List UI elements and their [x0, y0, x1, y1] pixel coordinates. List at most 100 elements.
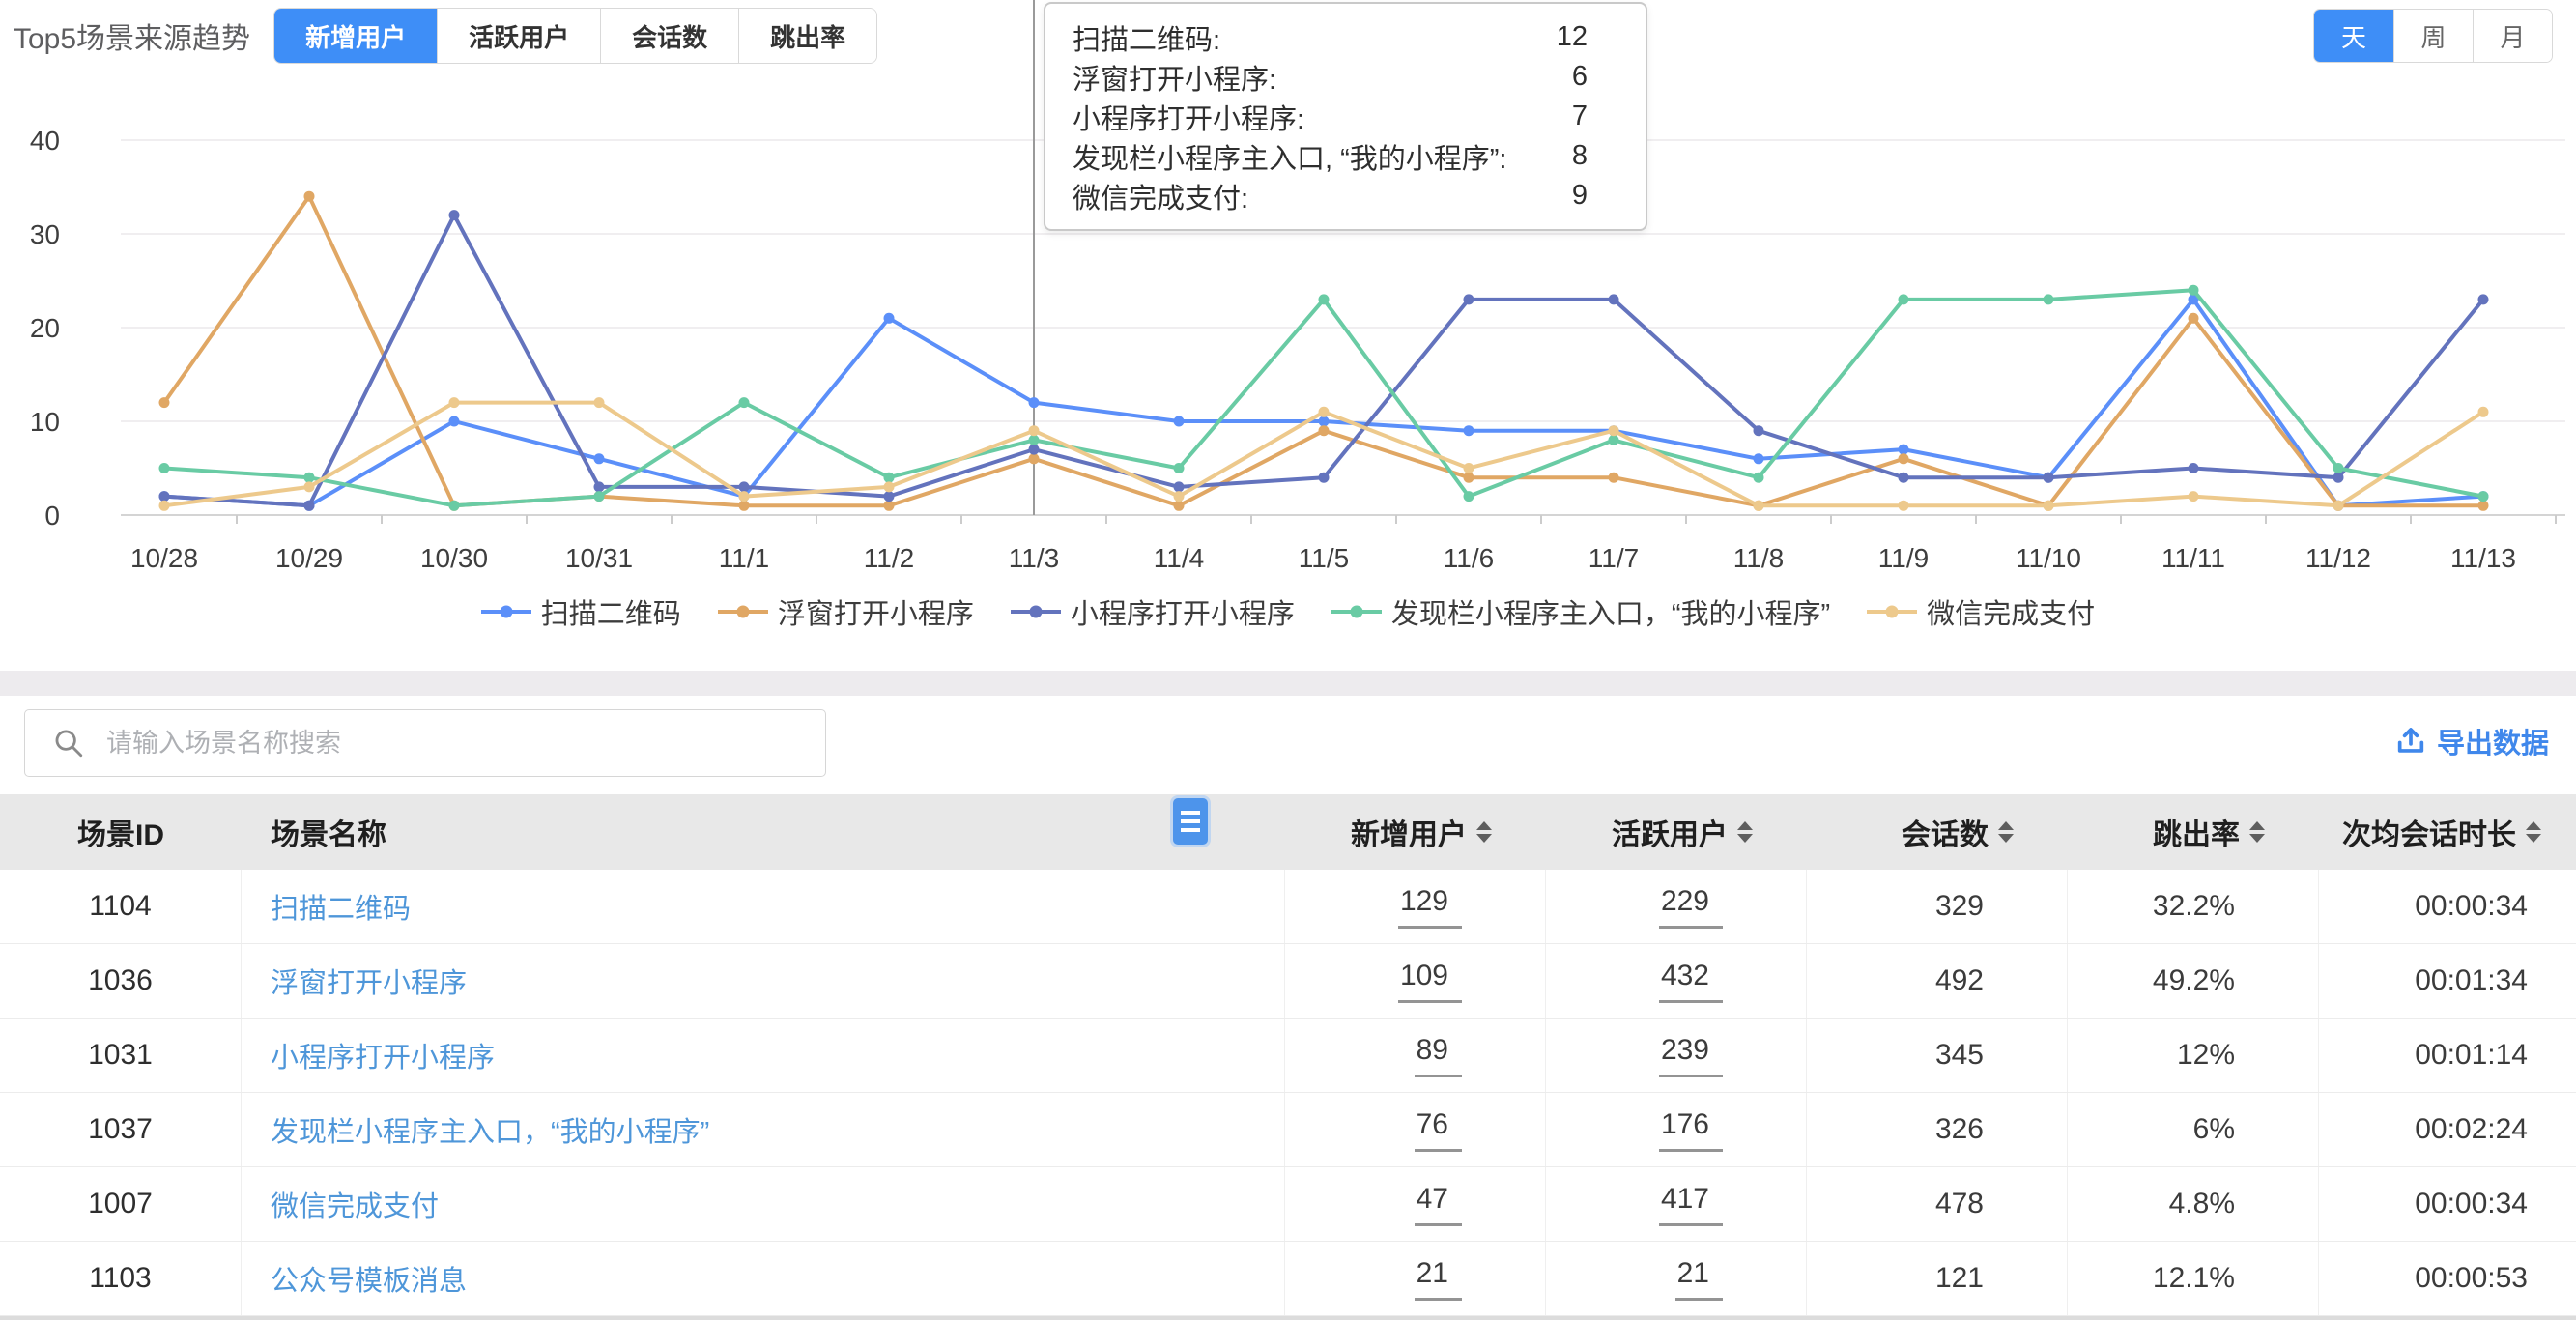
svg-text:10: 10 [30, 407, 60, 437]
active-users-link[interactable]: 417 [1659, 1183, 1723, 1226]
active-users-cell: 417 [1546, 1167, 1807, 1241]
new-users-link[interactable]: 89 [1415, 1034, 1462, 1077]
trend-card: 01020304010/2810/2910/3010/3111/111/211/… [0, 0, 2576, 671]
new-users-cell: 109 [1285, 944, 1546, 1018]
scene-id-cell: 1007 [0, 1167, 242, 1241]
search-input[interactable] [106, 714, 825, 772]
active-users-cell: 229 [1546, 870, 1807, 943]
sessions-cell: 121 [1807, 1242, 2068, 1315]
active-users-link[interactable]: 229 [1659, 885, 1723, 929]
legend-label: 小程序打开小程序 [1071, 591, 1295, 632]
column-header-label: 活跃用户 [1612, 811, 1728, 853]
bounce-rate-cell: 12% [2068, 1019, 2319, 1092]
sessions-cell: 492 [1807, 944, 2068, 1018]
scene-table: 场景ID场景名称新增用户活跃用户会话数跳出率次均会话时长 1104扫描二维码12… [0, 794, 2576, 1316]
chart-tooltip: 扫描二维码:12浮窗打开小程序:6小程序打开小程序:7发现栏小程序主入口, “我… [1044, 2, 1647, 231]
active-users-link[interactable]: 176 [1659, 1108, 1723, 1152]
table-row: 1036浮窗打开小程序10943249249.2%00:01:34 [0, 944, 2576, 1019]
table-row: 1103公众号模板消息212112112.1%00:00:53 [0, 1242, 2576, 1316]
avg-duration-cell: 00:00:34 [2319, 870, 2576, 943]
table-body: 1104扫描二维码12922932932.2%00:00:341036浮窗打开小… [0, 870, 2576, 1316]
scene-name-link[interactable]: 公众号模板消息 [271, 1258, 467, 1299]
metric-tab-group: 新增用户 活跃用户 会话数 跳出率 [273, 8, 877, 64]
tab-new-users[interactable]: 新增用户 [274, 9, 437, 63]
table-row: 1007微信完成支付474174784.8%00:00:34 [0, 1167, 2576, 1242]
page-title: Top5场景来源趋势 [14, 14, 250, 57]
scene-name-link[interactable]: 小程序打开小程序 [271, 1035, 495, 1076]
sort-icon[interactable] [2249, 821, 2265, 843]
new-users-link[interactable]: 76 [1415, 1108, 1462, 1152]
scene-name-cell: 公众号模板消息 [242, 1242, 1285, 1315]
avg-duration-cell: 00:00:53 [2319, 1242, 2576, 1315]
bottom-edge [0, 1316, 2576, 1320]
svg-text:11/13: 11/13 [2450, 543, 2516, 573]
legend-item[interactable]: 小程序打开小程序 [1011, 591, 1295, 632]
scene-name-link[interactable]: 浮窗打开小程序 [271, 961, 467, 1001]
scene-id-cell: 1031 [0, 1019, 242, 1092]
new-users-cell: 89 [1285, 1019, 1546, 1092]
column-header-6[interactable]: 次均会话时长 [2319, 794, 2576, 870]
new-users-link[interactable]: 47 [1415, 1183, 1462, 1226]
svg-text:11/2: 11/2 [864, 543, 914, 573]
export-upload-icon [2394, 725, 2427, 758]
scene-id-cell: 1036 [0, 944, 242, 1018]
new-users-link[interactable]: 21 [1415, 1257, 1462, 1301]
svg-text:11/10: 11/10 [2016, 543, 2081, 573]
svg-text:40: 40 [30, 126, 60, 156]
column-header-4[interactable]: 会话数 [1807, 794, 2068, 870]
tab-active-users[interactable]: 活跃用户 [437, 9, 600, 63]
column-header-5[interactable]: 跳出率 [2068, 794, 2319, 870]
column-header-label: 会话数 [1902, 811, 1989, 853]
legend-item[interactable]: 扫描二维码 [481, 591, 681, 632]
column-header-label: 次均会话时长 [2342, 811, 2516, 853]
tooltip-series-label: 浮窗打开小程序: [1073, 57, 1315, 98]
tooltip-series-value: 6 [1572, 61, 1618, 93]
legend-item[interactable]: 浮窗打开小程序 [718, 591, 974, 632]
tab-period-week[interactable]: 周 [2393, 10, 2473, 62]
export-label: 导出数据 [2437, 721, 2549, 761]
column-header-3[interactable]: 活跃用户 [1546, 794, 1807, 870]
legend-item[interactable]: 微信完成支付 [1867, 591, 2095, 632]
table-row: 1104扫描二维码12922932932.2%00:00:34 [0, 870, 2576, 944]
scene-name-link[interactable]: 微信完成支付 [271, 1184, 439, 1224]
svg-text:11/12: 11/12 [2305, 543, 2371, 573]
column-header-2[interactable]: 新增用户 [1285, 794, 1546, 870]
sort-icon[interactable] [1998, 821, 2014, 843]
sessions-cell: 329 [1807, 870, 2068, 943]
active-users-link[interactable]: 21 [1675, 1257, 1723, 1301]
active-users-link[interactable]: 239 [1659, 1034, 1723, 1077]
svg-text:11/4: 11/4 [1154, 543, 1204, 573]
tooltip-series-label: 扫描二维码: [1073, 17, 1259, 58]
column-header-label: 场景名称 [271, 811, 386, 853]
new-users-link[interactable]: 129 [1398, 885, 1462, 929]
tab-sessions[interactable]: 会话数 [600, 9, 738, 63]
sort-icon[interactable] [1737, 821, 1753, 843]
sort-icon[interactable] [1476, 821, 1492, 843]
scene-name-cell: 发现栏小程序主入口，“我的小程序” [242, 1093, 1285, 1166]
svg-text:10/31: 10/31 [565, 543, 633, 573]
table-toolbar: 导出数据 [0, 696, 2576, 794]
legend-marker-icon [1331, 604, 1382, 619]
tab-period-day[interactable]: 天 [2314, 10, 2393, 62]
active-users-link[interactable]: 432 [1659, 960, 1723, 1003]
column-settings-icon[interactable] [1173, 798, 1208, 845]
tab-period-month[interactable]: 月 [2473, 10, 2552, 62]
period-tab-group: 天 周 月 [2313, 9, 2553, 63]
new-users-cell: 47 [1285, 1167, 1546, 1241]
tab-bounce-rate[interactable]: 跳出率 [738, 9, 876, 63]
tooltip-row: 扫描二维码:12 [1073, 17, 1618, 57]
legend-item[interactable]: 发现栏小程序主入口，“我的小程序” [1331, 591, 1830, 632]
svg-text:11/5: 11/5 [1299, 543, 1349, 573]
scene-id-cell: 1103 [0, 1242, 242, 1315]
sort-icon[interactable] [2526, 821, 2541, 843]
svg-text:10/30: 10/30 [420, 543, 488, 573]
scene-name-link[interactable]: 发现栏小程序主入口，“我的小程序” [271, 1109, 709, 1150]
new-users-link[interactable]: 109 [1398, 960, 1462, 1003]
export-data-button[interactable]: 导出数据 [2394, 721, 2549, 761]
column-header-1: 场景名称 [242, 794, 1285, 870]
avg-duration-cell: 00:01:14 [2319, 1019, 2576, 1092]
tooltip-series-value: 7 [1572, 100, 1618, 132]
scene-search-box[interactable] [24, 709, 826, 777]
legend-label: 微信完成支付 [1927, 591, 2095, 632]
scene-name-link[interactable]: 扫描二维码 [271, 886, 411, 927]
